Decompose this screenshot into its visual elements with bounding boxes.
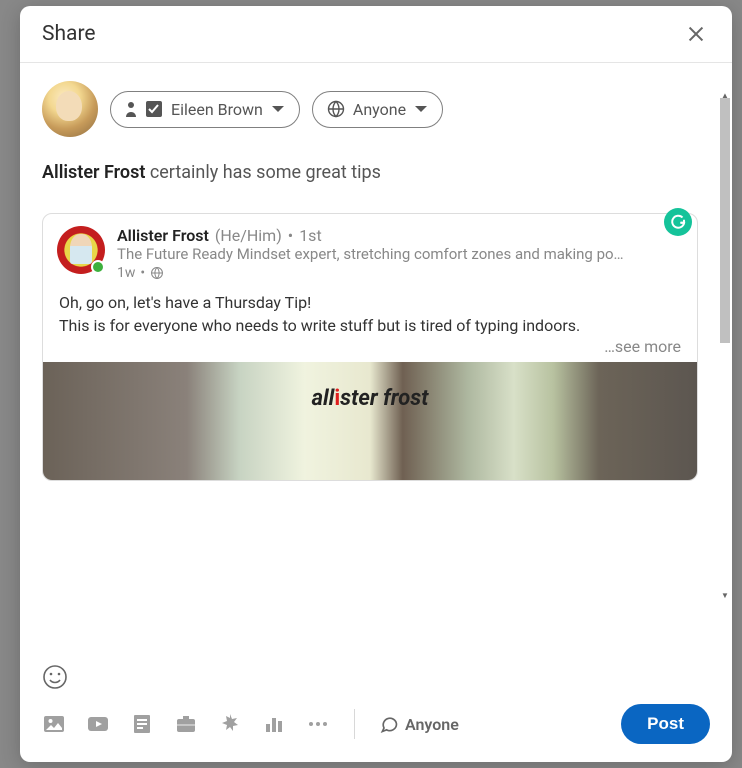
add-video-button[interactable] [86, 712, 110, 736]
share-modal: Share ▲ ▼ Eileen Brown Anyone [20, 6, 732, 762]
post-text-rest: certainly has some great tips [145, 162, 381, 183]
media-overlay-title: allister frost [312, 386, 429, 411]
more-icon [306, 712, 330, 736]
visibility-label: Anyone [353, 100, 406, 119]
grammarly-icon[interactable] [664, 208, 692, 236]
post-text-input[interactable]: Allister Frost certainly has some great … [42, 162, 710, 183]
author-headline: The Future Ready Mindset expert, stretch… [117, 245, 683, 263]
author-avatar[interactable] [57, 226, 105, 274]
close-button[interactable] [682, 20, 710, 48]
distance-sep: • [288, 226, 293, 245]
add-job-button[interactable] [174, 712, 198, 736]
embedded-header: Allister Frost (He/Him) • 1st The Future… [43, 214, 697, 285]
add-photo-button[interactable] [42, 712, 66, 736]
more-button[interactable] [306, 712, 330, 736]
caret-down-icon [414, 104, 428, 114]
close-icon [685, 23, 707, 45]
caret-down-icon [271, 104, 285, 114]
add-poll-button[interactable] [262, 712, 286, 736]
globe-icon [327, 100, 345, 118]
briefcase-icon [174, 712, 198, 736]
modal-footer: Anyone Post [20, 656, 732, 762]
add-document-button[interactable] [130, 712, 154, 736]
author-name-label: Eileen Brown [171, 100, 263, 119]
comment-icon [379, 714, 399, 734]
age-sep: • [140, 265, 145, 281]
divider [354, 709, 355, 739]
celebrate-button[interactable] [218, 712, 242, 736]
comment-visibility-button[interactable]: Anyone [379, 714, 459, 734]
author-name[interactable]: Allister Frost [117, 226, 209, 245]
post-button[interactable]: Post [621, 704, 710, 744]
author-selector[interactable]: Eileen Brown [110, 91, 300, 128]
visibility-selector[interactable]: Anyone [312, 91, 443, 128]
globe-icon [150, 266, 164, 280]
see-more-link[interactable]: …see more [43, 337, 697, 362]
embedded-body-line: This is for everyone who needs to write … [59, 314, 681, 337]
mention: Allister Frost [42, 162, 145, 183]
embedded-body-line: Oh, go on, let's have a Thursday Tip! [59, 291, 681, 314]
document-icon [130, 712, 154, 736]
video-icon [86, 712, 110, 736]
photo-icon [42, 712, 66, 736]
post-age: 1w [117, 265, 135, 281]
checkbox-icon [145, 100, 163, 118]
emoji-button[interactable] [42, 664, 68, 690]
embedded-media[interactable]: allister frost [43, 362, 697, 480]
person-icon [125, 100, 137, 118]
embedded-post: Allister Frost (He/Him) • 1st The Future… [42, 213, 698, 481]
modal-body: Eileen Brown Anyone Allister Frost certa… [20, 63, 732, 656]
starburst-icon [218, 712, 242, 736]
comment-visibility-label: Anyone [405, 715, 459, 734]
emoji-icon [42, 664, 68, 690]
modal-header: Share [20, 6, 732, 63]
connection-distance: 1st [299, 226, 321, 245]
presence-indicator [91, 260, 105, 274]
poll-icon [262, 712, 286, 736]
modal-title: Share [42, 22, 96, 46]
embedded-body: Oh, go on, let's have a Thursday Tip! Th… [43, 285, 697, 337]
user-avatar[interactable] [42, 81, 98, 137]
composer-row: Eileen Brown Anyone [42, 81, 710, 137]
author-pronouns: (He/Him) [215, 226, 282, 245]
